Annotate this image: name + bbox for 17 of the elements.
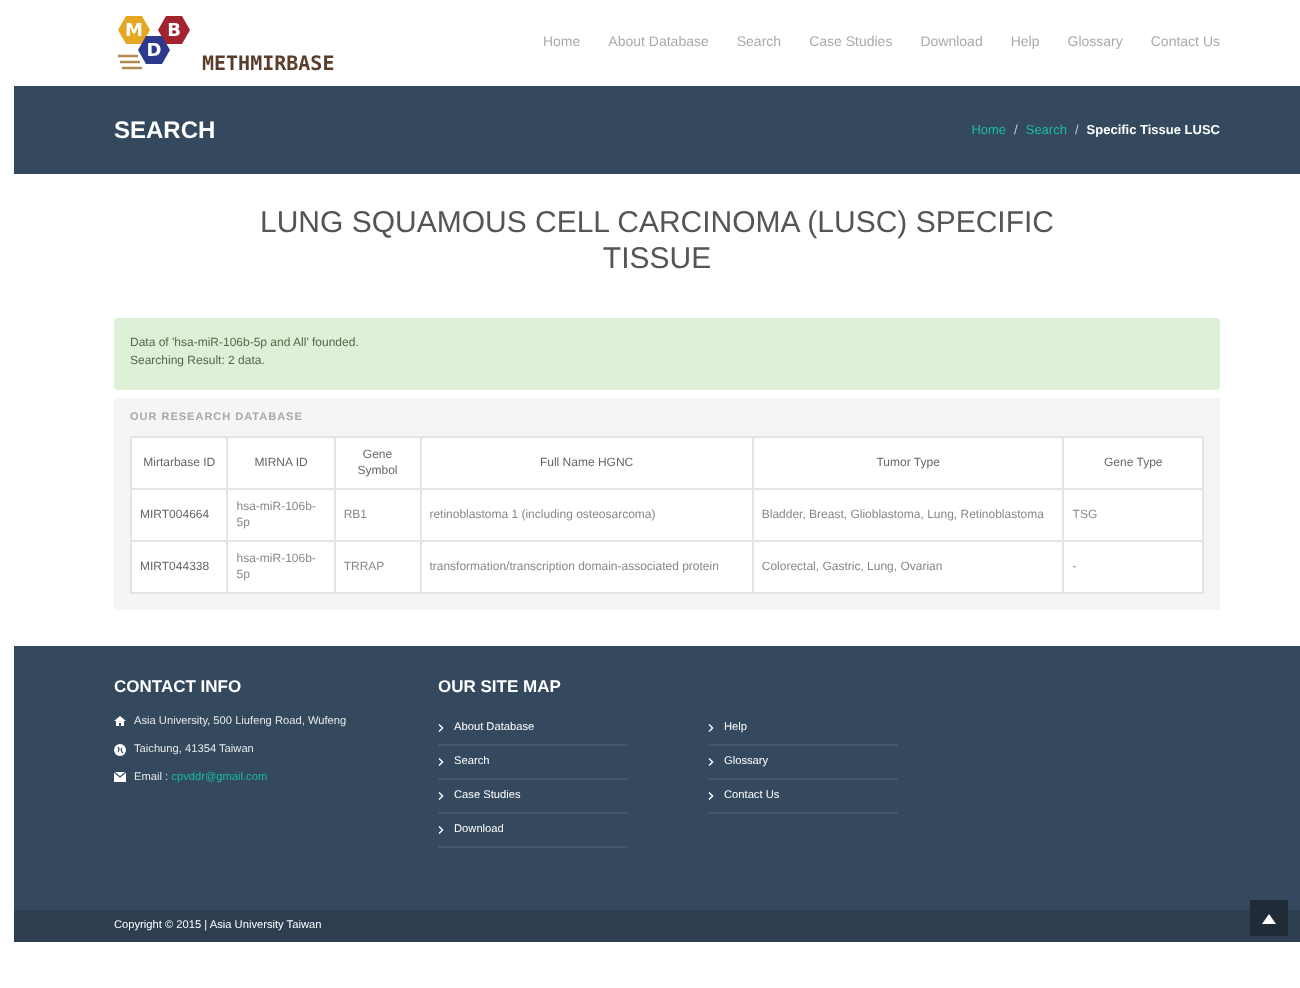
globe-icon <box>114 744 126 756</box>
mail-icon <box>114 772 126 782</box>
chevron-icon <box>438 826 444 834</box>
chevron-icon <box>708 792 714 800</box>
chevron-icon <box>438 758 444 766</box>
footer-heading: OUR SITE MAP <box>438 676 563 696</box>
chevron-icon <box>708 758 714 766</box>
logo[interactable]: M B D METHMIRBASE <box>118 11 335 75</box>
chevron-icon <box>438 724 444 732</box>
chevron-icon <box>708 724 714 732</box>
home-icon <box>114 716 126 726</box>
page-heading: LUNG SQUAMOUS CELL CARCINOMA (LUSC) SPECIFIC TISSUE <box>257 206 1056 278</box>
footer-heading: CONTACT INFO <box>114 676 244 696</box>
triangle-up-icon <box>1262 913 1276 923</box>
chevron-icon <box>438 792 444 800</box>
scroll-top-button[interactable] <box>1250 900 1288 936</box>
page-title: SEARCH <box>114 116 216 144</box>
